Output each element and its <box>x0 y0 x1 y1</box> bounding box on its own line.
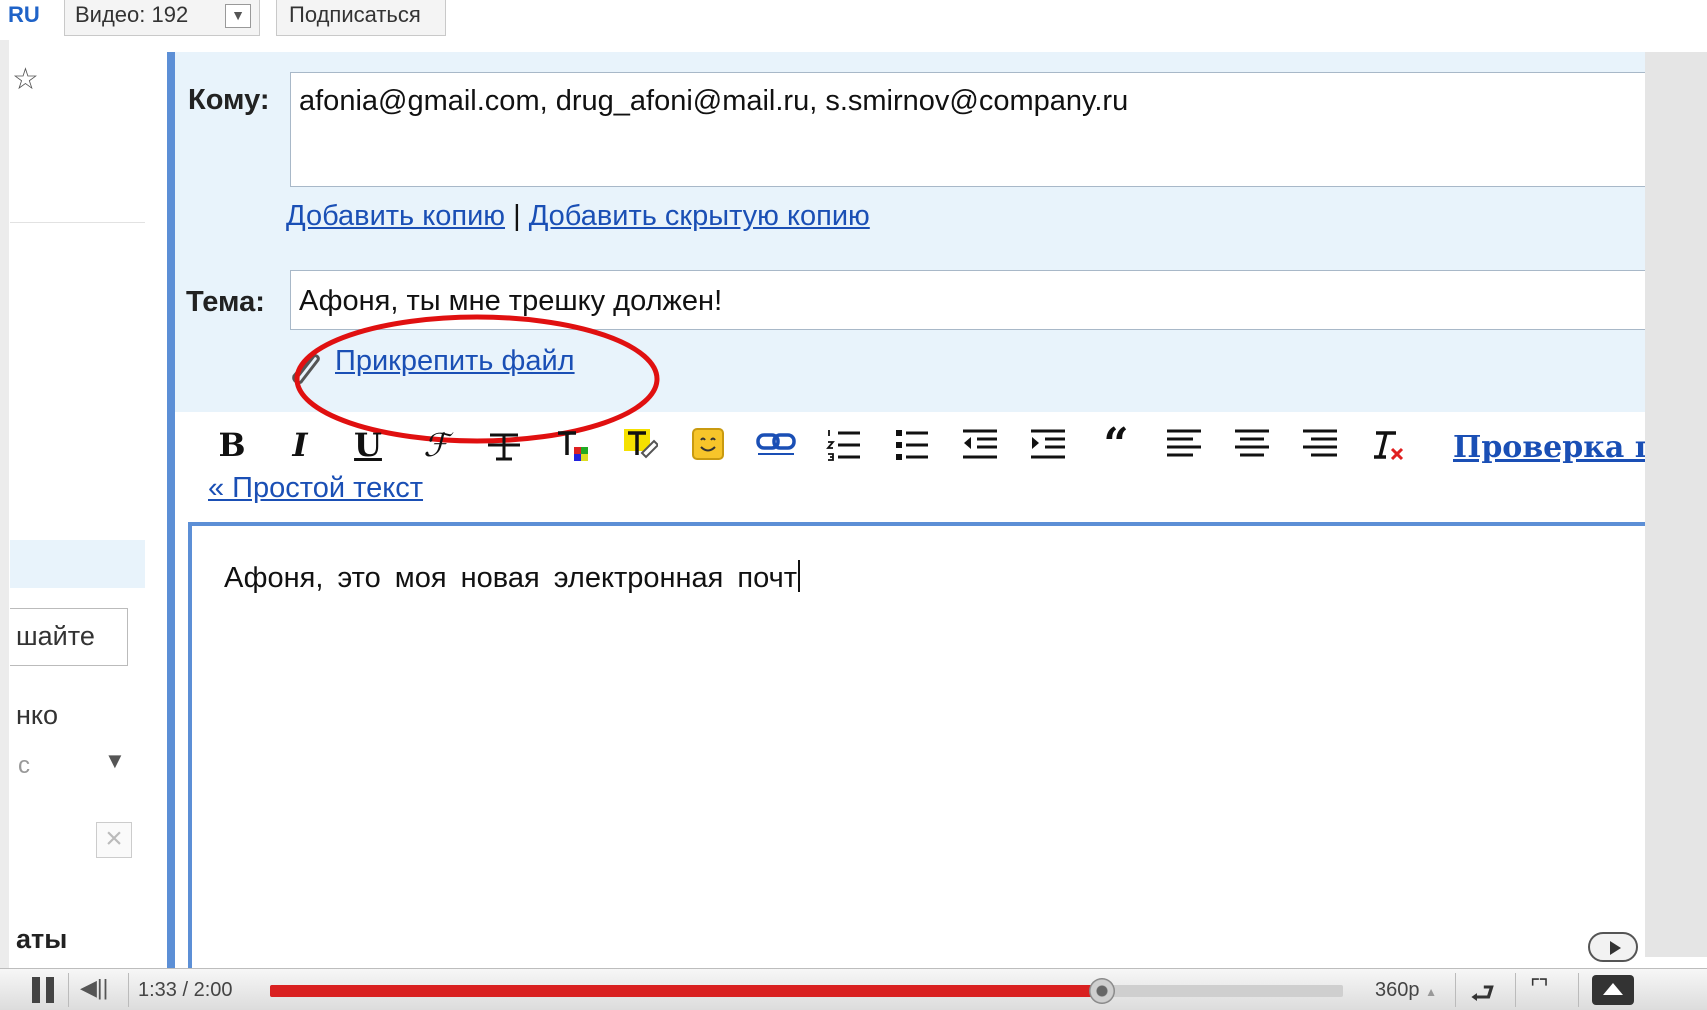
subscribe-button[interactable]: Подписаться <box>276 0 446 36</box>
playback-time: 1:33 / 2:00 <box>138 979 233 1001</box>
popout-icon[interactable]: ⮐ <box>1470 973 1495 1010</box>
control-divider <box>1578 973 1579 1007</box>
message-body-text[interactable]: Афоня, это моя новая электронная почт <box>224 560 800 595</box>
to-field[interactable]: afonia@gmail.com, drug_afoni@mail.ru, s.… <box>290 72 1645 187</box>
sidebar-contact-status: с <box>18 752 30 779</box>
align-left-icon[interactable] <box>1162 420 1206 470</box>
align-right-icon[interactable] <box>1298 420 1342 470</box>
smiley-icon[interactable] <box>686 420 730 470</box>
video-count-label: Видео: 192 <box>75 2 189 27</box>
channel-logo[interactable]: RU <box>8 2 40 28</box>
add-bcc-link[interactable]: Добавить скрытую копию <box>529 200 870 232</box>
to-label: Кому: <box>188 84 270 116</box>
quality-label: 360p <box>1375 979 1420 1001</box>
video-count-dropdown[interactable]: Видео: 192 ▼ <box>64 0 260 36</box>
left-edge <box>0 40 9 970</box>
outdent-icon[interactable] <box>958 420 1002 470</box>
cc-separator: | <box>513 200 521 232</box>
quality-selector[interactable]: 360p ▲ <box>1375 979 1437 1002</box>
chevron-up-icon: ▲ <box>1425 985 1437 999</box>
right-margin <box>1645 52 1707 957</box>
volume-icon[interactable]: ◀|| <box>80 975 108 1001</box>
numbered-list-icon[interactable] <box>822 420 866 470</box>
plain-text-link[interactable]: « Простой текст <box>208 472 423 505</box>
bold-button[interactable]: B <box>210 420 254 470</box>
subject-label: Тема: <box>186 286 265 318</box>
subject-field[interactable]: Афоня, ты мне трешку должен! <box>290 270 1645 330</box>
progress-fill <box>270 985 1102 997</box>
sidebar-section-title: аты <box>16 924 68 954</box>
sidebar-contact-name[interactable]: нко <box>16 700 58 731</box>
text-color-icon[interactable] <box>550 420 594 470</box>
attach-file-link[interactable]: Прикрепить файл <box>335 345 575 378</box>
progress-bar[interactable] <box>270 978 1343 1004</box>
italic-button[interactable]: I <box>278 420 322 470</box>
screen: RU Видео: 192 ▼ Подписаться ☆ шайте нко … <box>0 0 1707 1010</box>
sidebar-search-input[interactable]: шайте <box>10 608 128 666</box>
cc-links: Добавить копию | Добавить скрытую копию <box>286 200 870 233</box>
font-size-icon[interactable] <box>482 420 526 470</box>
close-icon[interactable]: × <box>96 822 132 858</box>
spellcheck-link[interactable]: Проверка п <box>1453 430 1645 465</box>
pause-icon[interactable] <box>32 977 56 1003</box>
progress-thumb[interactable] <box>1088 978 1115 1004</box>
control-divider <box>128 973 129 1007</box>
add-cc-link[interactable]: Добавить копию <box>286 200 505 232</box>
text-caret <box>798 560 800 592</box>
video-player-controls: ◀|| 1:33 / 2:00 360p ▲ ⮐ ⌜⌝ <box>0 968 1707 1010</box>
control-divider <box>68 973 69 1007</box>
play-next-button[interactable] <box>1588 932 1638 962</box>
sidebar-selected-row[interactable] <box>10 540 145 588</box>
underline-button[interactable]: U <box>346 420 390 470</box>
bullet-list-icon[interactable] <box>890 420 934 470</box>
control-divider <box>1515 973 1516 1007</box>
chevron-down-icon[interactable]: ▼ <box>225 4 251 28</box>
expand-player-icon[interactable] <box>1592 975 1634 1005</box>
link-icon[interactable] <box>754 420 798 470</box>
highlight-color-icon[interactable] <box>618 420 662 470</box>
control-divider <box>1455 973 1456 1007</box>
align-center-icon[interactable] <box>1230 420 1274 470</box>
quote-icon[interactable]: “ <box>1094 420 1138 470</box>
status-dropdown-icon[interactable]: ▼ <box>104 748 126 774</box>
body-text: Афоня, это моя новая электронная почт <box>224 562 797 594</box>
indent-icon[interactable] <box>1026 420 1070 470</box>
fullscreen-icon[interactable]: ⌜⌝ <box>1530 975 1549 1001</box>
sidebar-divider <box>10 222 145 223</box>
star-icon[interactable]: ☆ <box>12 62 39 97</box>
paperclip-icon[interactable] <box>284 346 324 386</box>
compose-border <box>167 52 175 970</box>
remove-formatting-icon[interactable] <box>1366 420 1410 470</box>
font-icon[interactable]: ℱ <box>414 420 458 470</box>
